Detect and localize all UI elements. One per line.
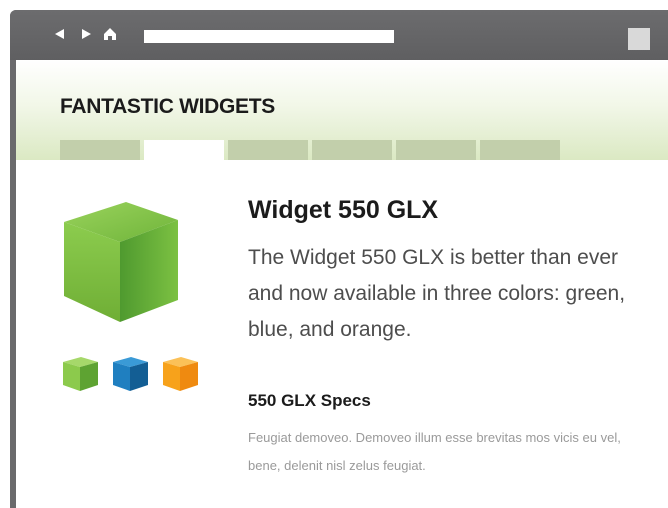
browser-toolbar	[10, 10, 668, 60]
product-description: The Widget 550 GLX is better than ever a…	[248, 246, 626, 341]
site-title: FANTASTIC WIDGETS	[60, 95, 276, 118]
forward-arrow-icon[interactable]	[78, 26, 94, 42]
nav-tab-3[interactable]	[228, 140, 308, 160]
nav-tab-2-active[interactable]	[144, 140, 224, 160]
window-button-icon[interactable]	[628, 28, 650, 50]
back-arrow-icon[interactable]	[52, 26, 68, 42]
nav-tab-4[interactable]	[312, 140, 392, 160]
nav-tab-6[interactable]	[480, 140, 560, 160]
blue-cube-icon[interactable]	[112, 356, 150, 397]
nav-tab-5[interactable]	[396, 140, 476, 160]
orange-cube-icon[interactable]	[162, 356, 200, 397]
specs-body: Feugiat demoveo. Demoveo illum esse brev…	[248, 430, 621, 473]
product-title: Widget 550 GLX	[248, 196, 439, 224]
address-bar[interactable]	[144, 30, 394, 43]
green-cube-icon	[62, 200, 190, 329]
specs-heading: 550 GLX Specs	[248, 391, 371, 410]
home-icon[interactable]	[102, 26, 118, 42]
green-cube-icon[interactable]	[62, 356, 100, 397]
page-viewport: FANTASTIC WIDGETS Widget 550 GLX The Wid…	[16, 60, 668, 508]
site-header: FANTASTIC WIDGETS	[16, 60, 668, 160]
browser-window: FANTASTIC WIDGETS Widget 550 GLX The Wid…	[10, 10, 668, 508]
nav-tab-1[interactable]	[60, 140, 140, 160]
